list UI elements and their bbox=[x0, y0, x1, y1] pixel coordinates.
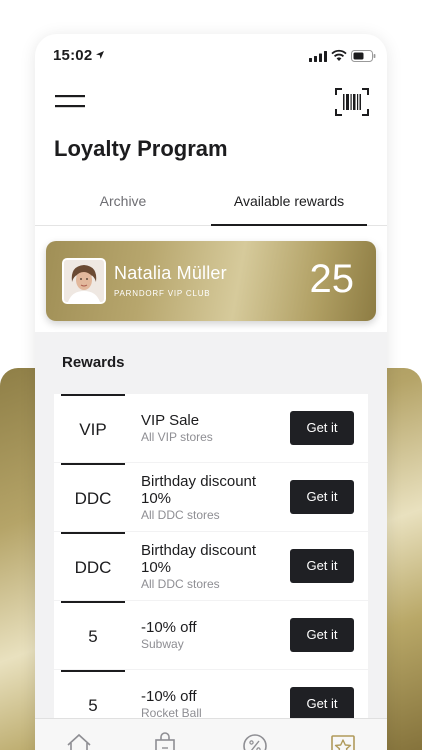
reward-title: Birthday discount 10% bbox=[141, 472, 257, 507]
reward-text: -10% off Subway bbox=[141, 601, 281, 669]
get-it-button[interactable]: Get it bbox=[290, 480, 354, 514]
reward-title: VIP Sale bbox=[141, 412, 200, 429]
reward-subtitle: All DDC stores bbox=[141, 507, 220, 522]
reward-code: DDC bbox=[61, 463, 125, 531]
battery-icon bbox=[351, 50, 376, 62]
reward-row: DDC Birthday discount 10% All DDC stores… bbox=[54, 463, 368, 531]
get-it-button[interactable]: Get it bbox=[290, 411, 354, 445]
reward-title: -10% off bbox=[141, 688, 197, 705]
reward-text: Birthday discount 10% All DDC stores bbox=[141, 463, 281, 531]
reward-code: DDC bbox=[61, 532, 125, 600]
tab-available-rewards[interactable]: Available rewards bbox=[211, 186, 367, 226]
wifi-icon bbox=[331, 49, 347, 61]
reward-row: DDC Birthday discount 10% All DDC stores… bbox=[54, 532, 368, 600]
reward-text: Birthday discount 10% All DDC stores bbox=[141, 532, 281, 600]
reward-row: 5 -10% off Subway Get it bbox=[54, 601, 368, 669]
reward-title: Birthday discount 10% bbox=[141, 541, 257, 576]
tab-bar-top: Archive Available rewards bbox=[35, 186, 387, 226]
reward-subtitle: Subway bbox=[141, 637, 184, 651]
get-it-button[interactable]: Get it bbox=[290, 687, 354, 721]
menu-icon[interactable] bbox=[55, 92, 85, 112]
status-time: 15:02 bbox=[53, 47, 93, 64]
member-points: 25 bbox=[309, 257, 355, 301]
member-card[interactable]: Natalia Müller PARNDORF VIP CLUB 25 bbox=[46, 241, 376, 321]
reward-code: 5 bbox=[61, 601, 125, 669]
bottom-tab-bar bbox=[35, 718, 387, 750]
rewards-section: Rewards VIP VIP Sale All VIP stores Get … bbox=[35, 332, 387, 750]
get-it-button[interactable]: Get it bbox=[290, 549, 354, 583]
status-bar: 15:02 bbox=[35, 34, 387, 78]
discount-icon[interactable] bbox=[241, 731, 269, 750]
avatar bbox=[62, 258, 106, 304]
star-icon[interactable] bbox=[329, 731, 357, 750]
reward-code: VIP bbox=[61, 394, 125, 462]
reward-subtitle: All VIP stores bbox=[141, 430, 213, 444]
shopping-bag-icon[interactable] bbox=[151, 731, 179, 750]
reward-row: VIP VIP Sale All VIP stores Get it bbox=[54, 394, 368, 462]
reward-text: VIP Sale All VIP stores bbox=[141, 394, 281, 462]
phone-screen: 15:02 Loyalty Program Archive Available … bbox=[35, 34, 387, 750]
page-title: Loyalty Program bbox=[54, 136, 228, 161]
rewards-heading: Rewards bbox=[62, 354, 125, 371]
location-arrow-icon bbox=[96, 51, 104, 59]
tab-archive[interactable]: Archive bbox=[35, 186, 211, 226]
get-it-button[interactable]: Get it bbox=[290, 618, 354, 652]
member-name: Natalia Müller bbox=[114, 263, 227, 283]
member-club: PARNDORF VIP CLUB bbox=[114, 289, 211, 298]
reward-title: -10% off bbox=[141, 619, 197, 636]
reward-list: VIP VIP Sale All VIP stores Get it DDC B… bbox=[54, 394, 368, 739]
avatar-portrait bbox=[64, 260, 104, 302]
reward-subtitle: All DDC stores bbox=[141, 576, 220, 591]
cellular-signal-icon bbox=[309, 51, 327, 62]
home-icon[interactable] bbox=[65, 731, 93, 750]
barcode-scanner-icon[interactable] bbox=[335, 88, 369, 116]
